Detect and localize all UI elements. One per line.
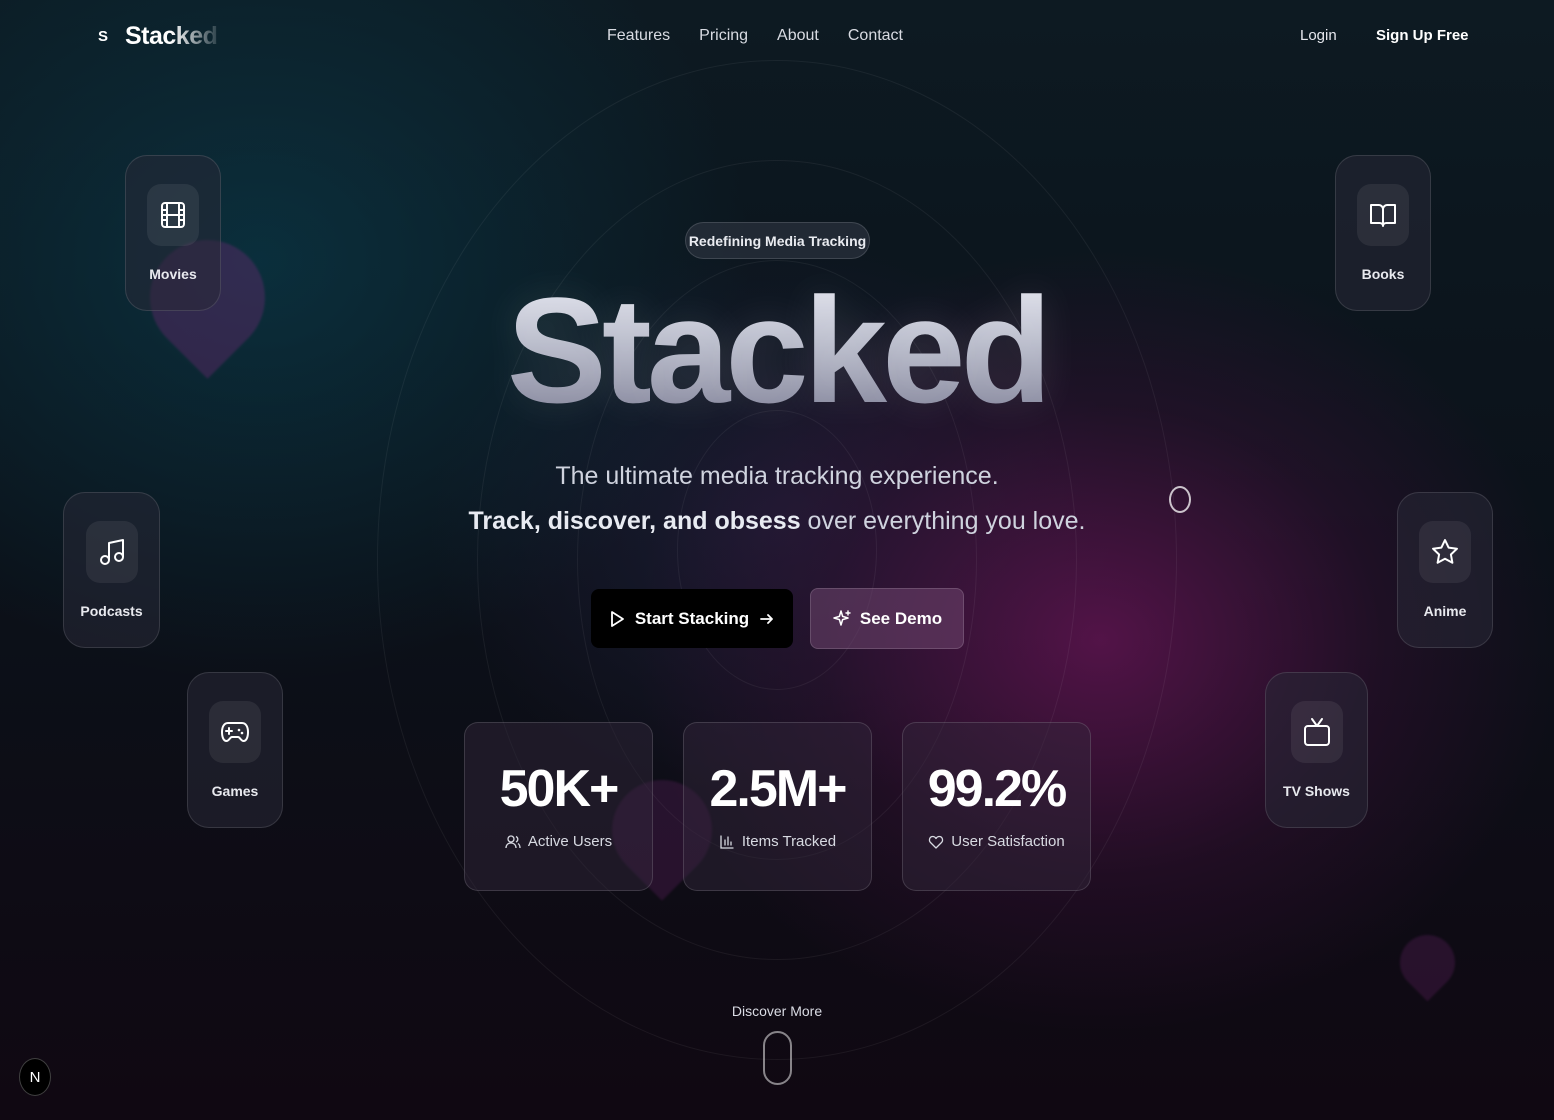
heart-icon <box>929 835 944 849</box>
logo-mark[interactable]: S <box>98 28 108 45</box>
arrow-right-icon <box>760 613 774 624</box>
media-card-label: Movies <box>149 266 197 282</box>
nav-link-pricing[interactable]: Pricing <box>699 27 748 45</box>
stat-card-active-users: 50K+ Active Users <box>464 722 653 891</box>
hero-tagline-bold: Track, discover, and obsess <box>468 507 801 535</box>
media-card-icon-box <box>209 701 261 763</box>
stat-label: Active Users <box>527 833 613 850</box>
see-demo-button[interactable]: See Demo <box>810 588 964 649</box>
hero-title: Stacked <box>0 275 1554 425</box>
stat-value: 2.5M+ <box>709 760 848 818</box>
media-card-label: Podcasts <box>80 603 143 619</box>
stat-label: User Satisfaction <box>951 833 1065 850</box>
media-card-label: Books <box>1361 266 1405 282</box>
bar-chart-icon <box>720 834 734 849</box>
stat-value: 50K+ <box>499 760 620 818</box>
media-card-label: TV Shows <box>1283 783 1350 799</box>
media-card-label: Anime <box>1423 603 1467 619</box>
media-card-games[interactable]: Games <box>187 672 283 828</box>
nav-link-contact[interactable]: Contact <box>848 27 903 45</box>
media-card-movies[interactable]: Movies <box>125 155 221 311</box>
discover-more-label[interactable]: Discover More <box>0 1003 1554 1019</box>
star-icon <box>1432 539 1458 564</box>
see-demo-label: See Demo <box>859 608 943 628</box>
hero-tagline-rest: over everything you love. <box>800 507 1086 535</box>
book-open-icon <box>1370 204 1396 227</box>
stat-label-row: Active Users <box>465 833 652 850</box>
media-card-tv-shows[interactable]: TV Shows <box>1265 672 1368 828</box>
film-icon <box>161 202 185 228</box>
scroll-indicator-icon[interactable] <box>763 1031 792 1085</box>
login-link[interactable]: Login <box>1300 27 1337 44</box>
media-card-books[interactable]: Books <box>1335 155 1431 311</box>
nav-links: Features Pricing About Contact <box>607 27 903 45</box>
custom-cursor <box>1169 486 1191 513</box>
hero-tagline: Track, discover, and obsess over everyth… <box>0 507 1554 536</box>
nav-link-about[interactable]: About <box>777 27 819 45</box>
stat-label-row: User Satisfaction <box>903 833 1090 850</box>
media-card-label: Games <box>211 783 259 799</box>
gamepad-icon <box>221 722 249 742</box>
media-card-icon-box <box>147 184 199 246</box>
media-card-icon-box <box>1290 701 1343 763</box>
stat-card-items-tracked: 2.5M+ Items Tracked <box>683 722 872 891</box>
nav-link-features[interactable]: Features <box>607 27 670 45</box>
dev-tools-badge[interactable]: N <box>19 1058 51 1096</box>
stat-card-user-satisfaction: 99.2% User Satisfaction <box>902 722 1091 891</box>
start-stacking-label: Start Stacking <box>634 608 750 628</box>
music-note-icon <box>99 539 124 565</box>
media-card-icon-box <box>85 521 138 583</box>
start-stacking-button[interactable]: Start Stacking <box>591 589 793 648</box>
logo-text[interactable]: Stacked <box>125 22 218 51</box>
media-card-anime[interactable]: Anime <box>1397 492 1493 648</box>
users-icon <box>505 834 521 848</box>
media-card-icon-box <box>1419 521 1471 583</box>
tv-icon <box>1303 718 1330 746</box>
hero-subtitle: The ultimate media tracking experience. <box>555 462 999 490</box>
hero-badge: Redefining Media Tracking <box>685 222 870 259</box>
media-card-podcasts[interactable]: Podcasts <box>63 492 160 648</box>
signup-link[interactable]: Sign Up Free <box>1376 27 1469 44</box>
stat-label: Items Tracked <box>741 833 837 850</box>
stat-label-row: Items Tracked <box>684 833 871 850</box>
stat-value: 99.2% <box>927 760 1067 818</box>
media-card-icon-box <box>1357 184 1409 246</box>
play-icon <box>610 610 624 627</box>
sparkles-icon <box>833 609 851 626</box>
